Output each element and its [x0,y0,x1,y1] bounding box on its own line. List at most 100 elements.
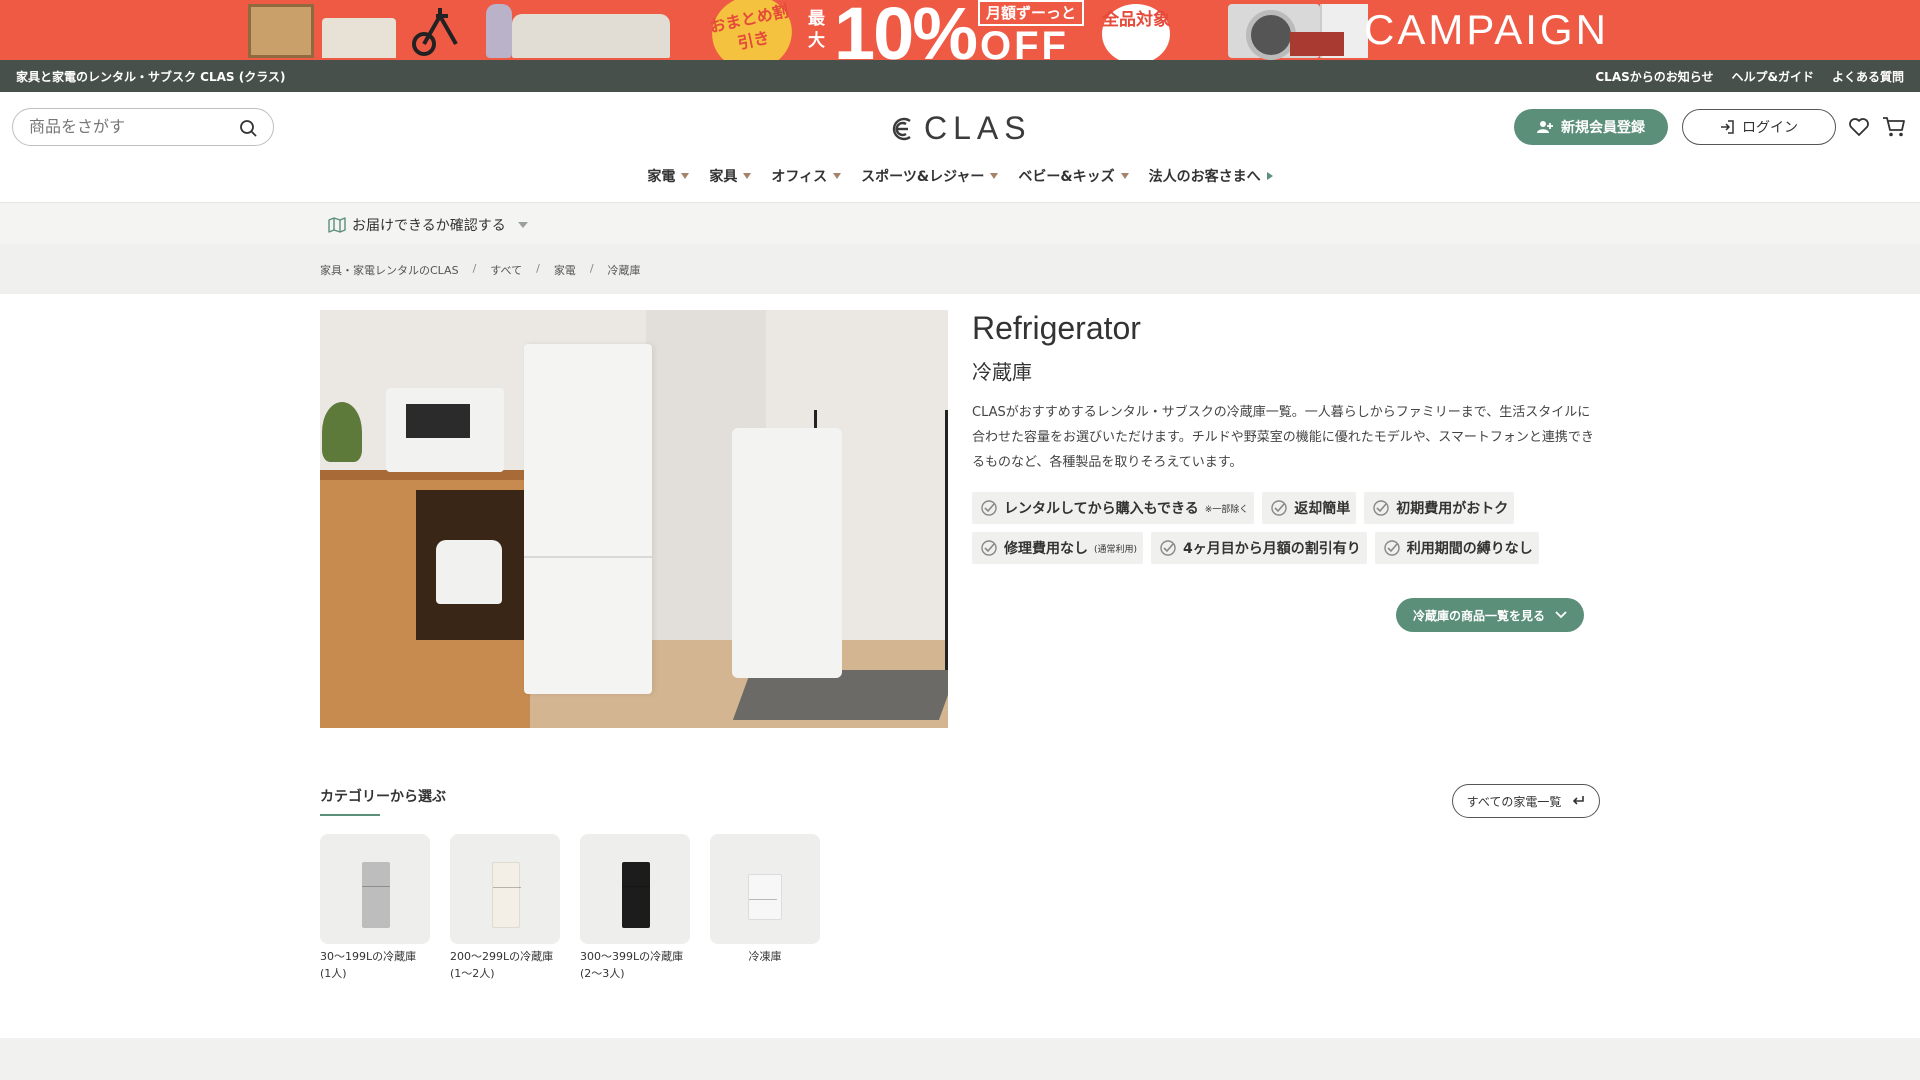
signup-button[interactable]: 新規会員登録 [1514,109,1668,145]
faq-link[interactable]: よくある質問 [1832,68,1904,85]
nav-appliances[interactable]: 家電 [647,166,690,186]
search-icon[interactable] [239,119,257,137]
category-nav: 家電 家具 オフィス スポーツ&レジャー ベビー&キッズ 法人のお客さまへ [0,166,1920,186]
view-product-list-label: 冷蔵庫の商品一覧を見る [1412,608,1545,623]
view-product-list-button[interactable]: 冷蔵庫の商品一覧を見る [1396,598,1584,632]
breadcrumb-separator: / [536,262,540,275]
feature-label: 利用期間の縛りなし [1406,541,1533,557]
login-button[interactable]: ログイン [1682,109,1836,145]
signup-label: 新規会員登録 [1561,120,1645,136]
breadcrumb-bar: 家具・家電レンタルのCLAS / すべて / 家電 / 冷蔵庫 [0,244,1920,294]
check-circle-icon [1271,500,1287,516]
breadcrumb-separator: / [472,262,477,275]
check-circle-icon [1384,540,1400,556]
feature-label: 返却簡単 [1294,501,1351,517]
all-appliances-label: すべての家電一覧 [1466,794,1562,809]
chevron-down-icon [517,222,528,228]
top-info-bar: 家具と家電のレンタル・サブスク CLAS (クラス) CLASからのお知らせ ヘ… [0,60,1920,92]
category-label-line2: (1人) [320,967,347,980]
clas-logo-icon [892,117,911,140]
nav-label: 法人のお客さまへ [1148,169,1261,185]
map-icon [328,217,346,233]
feature-note: ※一部除く [1204,504,1249,515]
off-label: OFF [980,24,1069,60]
bulk-discount-badge: おまとめ割引き [705,0,799,60]
favorite-heart-icon[interactable] [1848,116,1870,138]
search-input[interactable] [29,117,229,136]
rice-cooker [436,540,502,604]
chevron-down-icon [1555,611,1567,619]
category-card[interactable]: 200〜299Lの冷蔵庫 (1〜2人) [450,834,560,982]
breadcrumb-home[interactable]: 家具・家電レンタルのCLAS [320,262,459,278]
category-thumbnail [320,834,430,944]
category-label-line2: (1〜2人) [450,967,495,980]
nav-furniture[interactable]: 家具 [709,166,752,186]
check-circle-icon [1160,540,1176,556]
check-circle-icon [1373,500,1389,516]
breadcrumb-all[interactable]: すべて [490,262,522,278]
caret-down-icon [990,173,999,179]
category-label: 冷凍庫 [710,948,820,965]
feature-tag: 4ヶ月目から月額の割引有り [1151,532,1367,564]
breadcrumb-appliances[interactable]: 家電 [554,262,576,278]
feature-tag: 利用期間の縛りなし [1374,532,1539,564]
category-label: 30〜199Lの冷蔵庫 (1人) [320,948,430,982]
page-title: Refrigerator [972,310,1141,346]
check-circle-icon [981,540,997,556]
site-logo[interactable]: CLAS [890,110,1032,147]
all-appliances-button[interactable]: すべての家電一覧 [1452,784,1600,818]
nav-office[interactable]: オフィス [771,166,842,186]
login-label: ログイン [1742,120,1798,136]
nav-label: 家電 [647,169,676,185]
category-list: 30〜199Lの冷蔵庫 (1人) 200〜299Lの冷蔵庫 (1〜2人) 300〜3… [320,834,820,982]
breadcrumb-current: 冷蔵庫 [607,264,641,277]
feature-tag: 返却簡単 [1262,492,1357,524]
category-card[interactable]: 300〜399Lの冷蔵庫 (2〜3人) [580,834,690,982]
product-hero-image [320,310,948,728]
search-box [12,108,274,146]
caret-right-icon [1266,172,1273,180]
caret-down-icon [833,173,842,179]
caret-down-icon [681,173,690,179]
refrigerator-thumbnail [622,862,650,928]
max-label: 最大 [808,9,825,51]
heading-underline [320,814,380,816]
campaign-banner[interactable]: おまとめ割引き 最大 10% 月額ずーっと OFF 全品対象 CAMPAIGN [0,0,1920,60]
category-label: 300〜399Lの冷蔵庫 (2〜3人) [580,948,690,982]
nav-business[interactable]: 法人のお客さまへ [1149,166,1273,186]
breadcrumb-separator: / [589,262,594,275]
nav-baby-kids[interactable]: ベビー&キッズ [1018,166,1129,186]
help-guide-link[interactable]: ヘルプ&ガイド [1732,68,1814,85]
delivery-check-label: お届けできるか確認する [352,218,506,234]
feature-tag: 初期費用がおトク [1364,492,1515,524]
category-card[interactable]: 30〜199Lの冷蔵庫 (1人) [320,834,430,982]
washing-machine [732,428,842,678]
refrigerator-thumbnail [492,862,521,928]
feature-label: レンタルしてから購入もできる [1004,501,1199,517]
nav-sports-leisure[interactable]: スポーツ&レジャー [861,166,999,186]
nav-label: スポーツ&レジャー [861,169,985,185]
category-label: 200〜299Lの冷蔵庫 (1〜2人) [450,948,560,982]
feature-note: (通常利用) [1094,544,1138,555]
category-label-line2: (2〜3人) [580,967,625,980]
discount-percent: 10% [834,0,978,60]
category-label-line1: 冷凍庫 [748,950,782,963]
page-subtitle: 冷蔵庫 [972,360,1032,384]
microwave-illustration [1290,32,1344,56]
cart-icon[interactable] [1882,116,1906,138]
top-links: CLASからのお知らせ ヘルプ&ガイド よくある質問 [1595,68,1904,85]
category-card[interactable]: 冷凍庫 [710,834,820,982]
site-tagline: 家具と家電のレンタル・サブスク CLAS (クラス) [16,70,286,84]
plant [322,402,362,462]
campaign-label: CAMPAIGN [1364,6,1609,53]
add-user-icon [1537,121,1553,133]
category-label-line1: 200〜299Lの冷蔵庫 [450,950,554,963]
category-thumbnail [710,834,820,944]
delivery-check-toggle[interactable]: お届けできるか確認する [328,215,528,235]
caret-down-icon [1120,173,1129,179]
category-section-heading: カテゴリーから選ぶ [320,789,446,805]
category-label-line1: 30〜199Lの冷蔵庫 [320,950,417,963]
news-link[interactable]: CLASからのお知らせ [1595,68,1713,85]
feature-tag: レンタルしてから購入もできる ※一部除く [972,492,1255,524]
microwave-oven [386,388,504,472]
